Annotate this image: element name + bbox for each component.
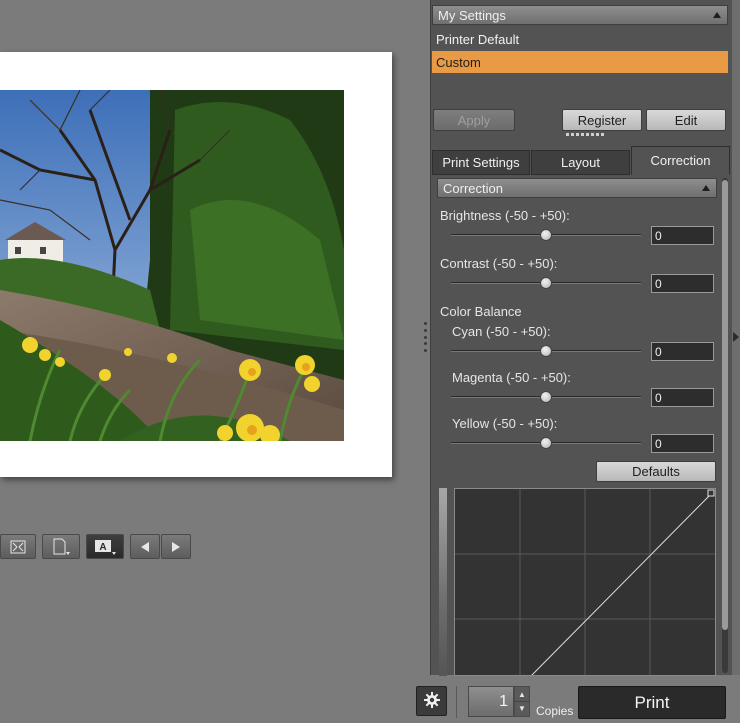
print-button[interactable]: Print: [578, 686, 726, 719]
copies-label: Copies: [536, 704, 574, 718]
collapse-panel-arrow-icon[interactable]: [733, 332, 739, 342]
correction-header[interactable]: Correction: [437, 178, 717, 198]
copies-stepper[interactable]: ▲ ▼: [514, 686, 530, 717]
brightness-label: Brightness (-50 - +50):: [440, 208, 570, 223]
edit-button[interactable]: Edit: [646, 109, 726, 131]
cyan-value-field[interactable]: 0: [651, 342, 714, 361]
contrast-value-field[interactable]: 0: [651, 274, 714, 293]
collapse-triangle-icon: [702, 185, 710, 191]
copies-value: 1: [499, 692, 508, 710]
yellow-slider-thumb[interactable]: [540, 437, 552, 449]
previous-arrow-icon: [138, 540, 152, 554]
contrast-slider-thumb[interactable]: [540, 277, 552, 289]
page-icon: [51, 538, 71, 556]
defaults-button[interactable]: Defaults: [596, 461, 716, 482]
magenta-slider-thumb[interactable]: [540, 391, 552, 403]
bottom-separator: [456, 686, 457, 718]
tab-layout[interactable]: Layout: [531, 150, 630, 175]
next-image-button[interactable]: [161, 534, 191, 559]
preview-photo: [0, 90, 344, 441]
tone-curve-line: [531, 492, 713, 675]
settings-item-label: Printer Default: [436, 31, 520, 47]
tab-print-settings[interactable]: Print Settings: [432, 150, 530, 175]
tab-label: Print Settings: [442, 155, 520, 170]
fit-to-window-icon: [10, 540, 26, 554]
brightness-slider-thumb[interactable]: [540, 229, 552, 241]
color-balance-label: Color Balance: [440, 304, 522, 319]
magenta-value: 0: [655, 390, 662, 405]
yellow-value: 0: [655, 436, 662, 451]
my-settings-title: My Settings: [438, 7, 506, 23]
section-resize-grip[interactable]: [566, 133, 604, 136]
cyan-slider-thumb[interactable]: [540, 345, 552, 357]
panel-resize-handle[interactable]: [424, 322, 428, 352]
copies-down-icon[interactable]: ▼: [515, 701, 529, 715]
page-setup-button[interactable]: [42, 534, 80, 559]
edit-button-label: Edit: [674, 112, 698, 128]
cyan-label: Cyan (-50 - +50):: [452, 324, 551, 339]
previous-image-button[interactable]: [130, 534, 160, 559]
print-button-label: Print: [634, 692, 670, 712]
copies-up-icon[interactable]: ▲: [515, 687, 529, 701]
tab-label: Layout: [560, 155, 601, 170]
correction-title: Correction: [443, 180, 503, 196]
cyan-value: 0: [655, 344, 662, 359]
defaults-button-label: Defaults: [632, 464, 680, 479]
contrast-label: Contrast (-50 - +50):: [440, 256, 558, 271]
apply-button-label: Apply: [457, 112, 491, 128]
register-button[interactable]: Register: [562, 109, 642, 131]
apply-button[interactable]: Apply: [433, 109, 515, 131]
next-arrow-icon: [169, 540, 183, 554]
tone-curve-gradient-bar: [439, 488, 447, 676]
tone-curve-point: [707, 489, 715, 497]
copies-input[interactable]: 1: [468, 686, 514, 717]
settings-item-custom[interactable]: Custom: [432, 51, 728, 73]
text-overlay-button[interactable]: A: [86, 534, 124, 559]
yellow-label: Yellow (-50 - +50):: [452, 416, 558, 431]
yellow-value-field[interactable]: 0: [651, 434, 714, 453]
panel-scrollbar-thumb[interactable]: [722, 180, 728, 630]
register-button-label: Register: [577, 112, 627, 128]
magenta-value-field[interactable]: 0: [651, 388, 714, 407]
tab-correction[interactable]: Correction: [631, 146, 730, 175]
settings-item-printer-default[interactable]: Printer Default: [432, 28, 728, 50]
my-settings-header[interactable]: My Settings: [432, 5, 728, 25]
contrast-value: 0: [655, 276, 662, 291]
fit-to-window-button[interactable]: [0, 534, 36, 559]
brightness-value-field[interactable]: 0: [651, 226, 714, 245]
text-overlay-icon: A: [93, 538, 117, 556]
collapse-triangle-icon: [713, 12, 721, 18]
svg-text:A: A: [99, 542, 106, 553]
brightness-value: 0: [655, 228, 662, 243]
tab-label: Correction: [650, 153, 711, 168]
settings-item-label: Custom: [436, 54, 481, 70]
tone-curve-graph[interactable]: [454, 488, 716, 676]
gear-icon: [423, 691, 441, 712]
magenta-label: Magenta (-50 - +50):: [452, 370, 571, 385]
print-options-button[interactable]: [416, 686, 447, 716]
